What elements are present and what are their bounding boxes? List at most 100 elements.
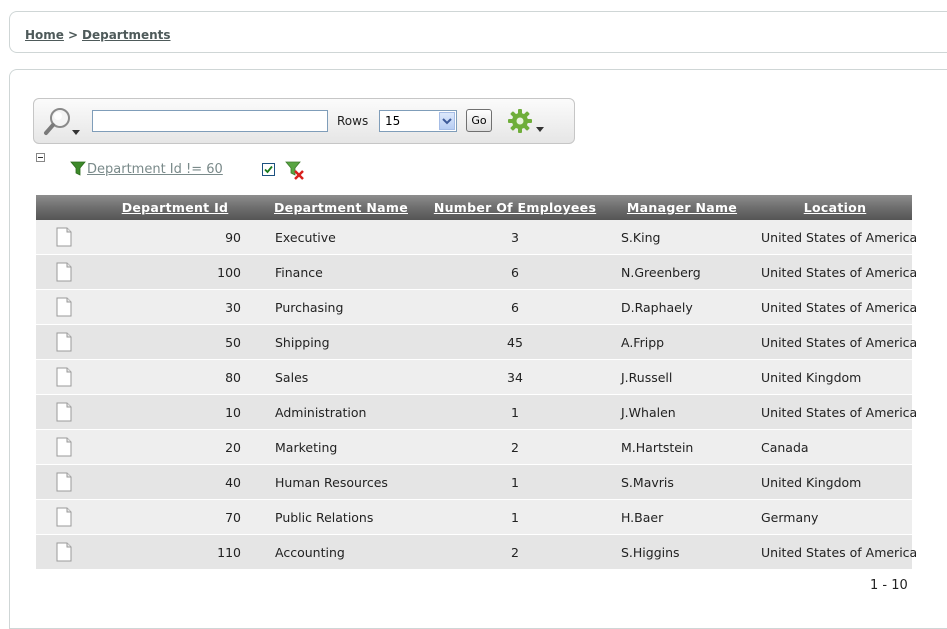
cell-number-of-employees: 6 [424,289,606,325]
table-row: 110 Accounting 2 S.Higgins United States of … [36,534,917,570]
table-row: 40 Human Resources 1 S.Mavris United Kingdom [36,464,912,500]
go-button[interactable]: Go [466,109,492,132]
cell-number-of-employees: 34 [424,359,606,395]
cell-location: United States of America [758,254,917,290]
cell-department-id: 100 [92,254,258,290]
pagination-range: 1 - 10 [870,578,908,593]
cell-department-id: 10 [92,394,258,430]
cell-location: United Kingdom [758,359,912,395]
header-department-id[interactable]: Department Id [92,195,258,220]
view-detail-icon[interactable] [56,507,72,527]
cell-manager-name: M.Hartstein [606,429,758,465]
cell-number-of-employees: 6 [424,254,606,290]
cell-manager-name: S.Mavris [606,464,758,500]
table-header-row: Department Id Department Name Number Of … [36,195,912,220]
cell-manager-name: J.Whalen [606,394,758,430]
search-toolbar: Rows 15 Go [33,98,575,144]
gear-icon[interactable] [504,107,552,137]
row-detail-cell [36,289,92,325]
search-menu-icon[interactable] [42,106,86,138]
header-manager-name[interactable]: Manager Name [606,195,758,220]
table-row: 90 Executive 3 S.King United States of Ameri… [36,220,917,255]
row-detail-cell [36,429,92,465]
cell-department-name: Finance [258,254,424,290]
view-detail-icon[interactable] [56,262,72,282]
breadcrumb-bar: Home > Departments [9,11,947,53]
cell-manager-name: D.Raphaely [606,289,758,325]
remove-filter-icon[interactable] [285,160,305,180]
cell-location: United States of America [758,534,917,570]
cell-department-id: 80 [92,359,258,395]
header-location[interactable]: Location [758,195,912,220]
cell-department-name: Executive [258,220,424,255]
search-input[interactable] [92,110,328,132]
filter-link[interactable]: Department Id != 60 [87,162,223,177]
row-detail-cell [36,324,92,360]
view-detail-icon[interactable] [56,332,72,352]
cell-location: United States of America [758,394,917,430]
chevron-down-icon[interactable] [439,112,455,130]
cell-department-name: Public Relations [258,499,424,535]
table-row: 80 Sales 34 J.Russell United Kingdom [36,359,912,395]
collapse-icon[interactable] [36,153,45,162]
rows-select[interactable]: 15 [379,110,457,132]
view-detail-icon[interactable] [56,297,72,317]
cell-department-name: Shipping [258,324,424,360]
view-detail-icon[interactable] [56,542,72,562]
view-detail-icon[interactable] [56,402,72,422]
cell-location: United States of America [758,324,917,360]
cell-department-name: Accounting [258,534,424,570]
table-row: 30 Purchasing 6 D.Raphaely United States of … [36,289,917,325]
rows-select-value: 15 [385,114,401,128]
table-row: 50 Shipping 45 A.Fripp United States of Amer… [36,324,917,360]
filter-enabled-checkbox[interactable] [262,163,275,176]
breadcrumb-separator: > [67,28,78,42]
table-row: 20 Marketing 2 M.Hartstein Canada [36,429,912,465]
row-detail-cell [36,254,92,290]
header-department-name[interactable]: Department Name [258,195,424,220]
cell-department-id: 70 [92,499,258,535]
cell-department-id: 20 [92,429,258,465]
rows-label: Rows [337,114,369,128]
cell-manager-name: A.Fripp [606,324,758,360]
cell-number-of-employees: 3 [424,220,606,255]
view-detail-icon[interactable] [56,437,72,457]
cell-manager-name: S.King [606,220,758,255]
cell-location: United States of America [758,220,917,255]
cell-manager-name: N.Greenberg [606,254,758,290]
table-row: 10 Administration 1 J.Whalen United States o… [36,394,917,430]
breadcrumb-home-link[interactable]: Home [25,28,64,42]
table-row: 70 Public Relations 1 H.Baer Germany [36,499,912,535]
cell-department-name: Marketing [258,429,424,465]
cell-manager-name: J.Russell [606,359,758,395]
cell-location: Germany [758,499,912,535]
filter-row: Department Id != 60 [35,150,335,184]
cell-location: United Kingdom [758,464,912,500]
header-number-of-employees[interactable]: Number Of Employees [424,195,606,220]
cell-number-of-employees: 45 [424,324,606,360]
cell-location: United States of America [758,289,917,325]
row-detail-cell [36,394,92,430]
funnel-icon [70,161,86,177]
view-detail-icon[interactable] [56,367,72,387]
view-detail-icon[interactable] [56,227,72,247]
cell-department-name: Administration [258,394,424,430]
cell-department-id: 40 [92,464,258,500]
breadcrumb: Home > Departments [25,28,171,42]
cell-department-id: 90 [92,220,258,255]
row-detail-cell [36,499,92,535]
cell-department-id: 30 [92,289,258,325]
cell-department-name: Human Resources [258,464,424,500]
cell-department-name: Purchasing [258,289,424,325]
row-detail-cell [36,220,92,255]
row-detail-cell [36,359,92,395]
row-detail-cell [36,464,92,500]
cell-number-of-employees: 1 [424,464,606,500]
view-detail-icon[interactable] [56,472,72,492]
breadcrumb-departments-link[interactable]: Departments [82,28,171,42]
cell-department-id: 110 [92,534,258,570]
cell-number-of-employees: 2 [424,534,606,570]
cell-manager-name: S.Higgins [606,534,758,570]
cell-number-of-employees: 2 [424,429,606,465]
cell-department-name: Sales [258,359,424,395]
